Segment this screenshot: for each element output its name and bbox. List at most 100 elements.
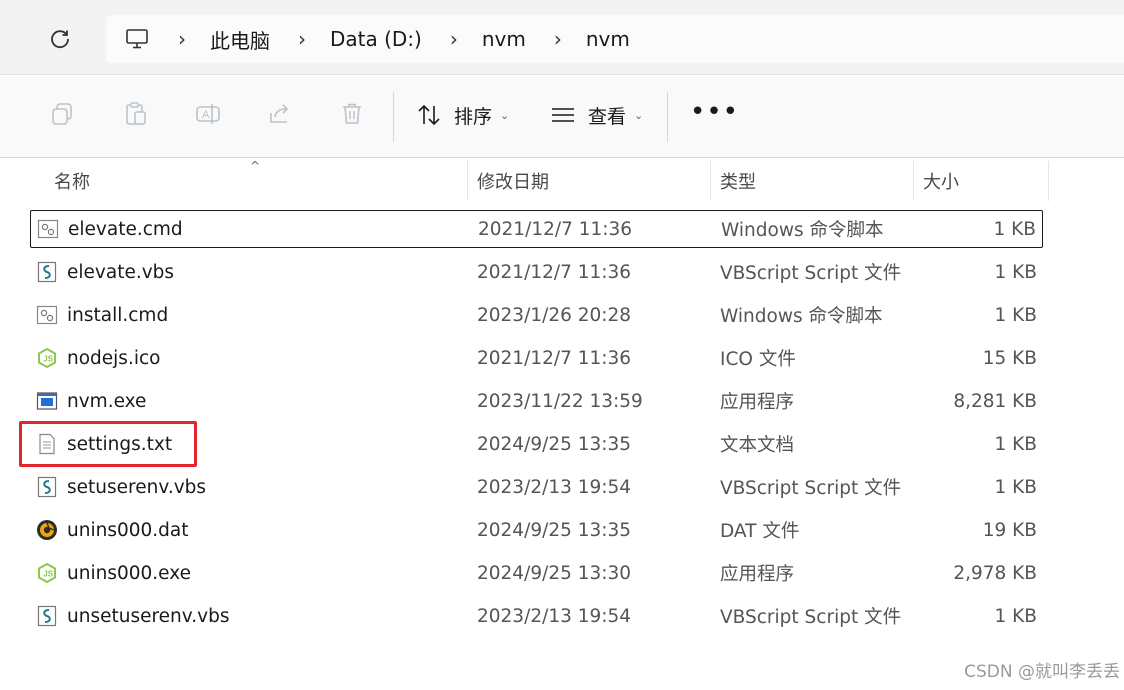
file-row[interactable]: JS unins000.exe 2024/9/25 13:30 应用程序 2,9… xyxy=(30,554,1043,592)
svg-text:A: A xyxy=(202,109,210,121)
cmd-file-icon xyxy=(36,304,58,326)
breadcrumb-folder-nvm-current[interactable]: nvm xyxy=(586,27,630,51)
nodejs-icon: JS xyxy=(36,562,58,584)
column-divider[interactable] xyxy=(1048,161,1049,201)
file-date: 2021/12/7 11:36 xyxy=(477,347,632,369)
file-date: 2024/9/25 13:35 xyxy=(477,433,632,455)
file-row[interactable]: unsetuserenv.vbs 2023/2/13 19:54 VBScrip… xyxy=(30,597,1043,635)
address-breadcrumb[interactable]: › 此电脑 › Data (D:) › nvm › nvm xyxy=(106,15,1124,63)
sort-icon xyxy=(418,104,440,126)
column-name[interactable]: 名称 xyxy=(54,159,90,203)
column-divider[interactable] xyxy=(913,161,914,201)
file-name: elevate.vbs xyxy=(67,261,175,283)
chevron-right-icon[interactable]: › xyxy=(442,27,466,51)
file-date: 2023/11/22 13:59 xyxy=(477,390,643,412)
file-type: 应用程序 xyxy=(720,564,795,585)
file-name-cell: unsetuserenv.vbs xyxy=(36,605,230,627)
chevron-down-icon: ⌄ xyxy=(500,108,510,122)
file-type: VBScript Script 文件 xyxy=(720,607,902,628)
file-size: 1 KB xyxy=(993,218,1036,240)
file-name-cell: JS nodejs.ico xyxy=(36,347,160,369)
file-type: VBScript Script 文件 xyxy=(720,478,902,499)
watermark: CSDN @就叫李丢丢 xyxy=(964,662,1120,682)
file-name: unins000.exe xyxy=(67,562,191,584)
svg-text:JS: JS xyxy=(43,570,53,579)
file-name: unsetuserenv.vbs xyxy=(67,605,230,627)
file-name-cell: nvm.exe xyxy=(36,390,146,412)
sort-button[interactable]: 排序 ⌄ xyxy=(416,98,509,132)
cmd-file-icon xyxy=(37,218,59,240)
file-type: 文本文档 xyxy=(720,435,795,456)
copy-icon xyxy=(52,103,72,125)
file-name: setuserenv.vbs xyxy=(67,476,207,498)
text-file-icon xyxy=(36,433,58,455)
file-row[interactable]: settings.txt 2024/9/25 13:35 文本文档 1 KB xyxy=(30,425,1043,463)
file-size: 1 KB xyxy=(994,261,1037,283)
chevron-right-icon[interactable]: › xyxy=(170,27,194,51)
file-row[interactable]: elevate.cmd 2021/12/7 11:36 Windows 命令脚本… xyxy=(30,210,1043,248)
breadcrumb-folder-nvm[interactable]: nvm xyxy=(482,27,526,51)
file-size: 1 KB xyxy=(994,605,1037,627)
sort-label: 排序 xyxy=(454,105,493,128)
command-bar: A 排序 ⌄ 查看 ⌄ ••• xyxy=(0,76,1124,158)
toolbar-divider xyxy=(667,92,668,142)
column-divider[interactable] xyxy=(467,161,468,201)
delete-button[interactable] xyxy=(338,100,366,128)
file-type: 应用程序 xyxy=(720,392,795,413)
file-row[interactable]: setuserenv.vbs 2023/2/13 19:54 VBScript … xyxy=(30,468,1043,506)
file-size: 19 KB xyxy=(982,519,1037,541)
view-button[interactable]: 查看 ⌄ xyxy=(550,98,643,132)
chevron-down-icon: ⌄ xyxy=(634,108,644,122)
column-date[interactable]: 修改日期 xyxy=(477,159,549,203)
file-date: 2024/9/25 13:30 xyxy=(477,562,632,584)
copy-button[interactable] xyxy=(48,100,76,128)
paste-button[interactable] xyxy=(122,100,150,128)
refresh-button[interactable] xyxy=(46,25,74,53)
view-list-icon xyxy=(552,108,574,122)
column-type[interactable]: 类型 xyxy=(720,159,756,203)
file-size: 1 KB xyxy=(994,304,1037,326)
vbs-file-icon xyxy=(36,605,58,627)
file-date: 2024/9/25 13:35 xyxy=(477,519,632,541)
exe-file-icon xyxy=(36,390,58,412)
breadcrumb-this-pc[interactable]: 此电脑 xyxy=(210,25,270,54)
column-header-row: ^ 名称 修改日期 类型 大小 xyxy=(0,159,1124,203)
file-row[interactable]: install.cmd 2023/1/26 20:28 Windows 命令脚本… xyxy=(30,296,1043,334)
file-row[interactable]: nvm.exe 2023/11/22 13:59 应用程序 8,281 KB xyxy=(30,382,1043,420)
file-row[interactable]: unins000.dat 2024/9/25 13:35 DAT 文件 19 K… xyxy=(30,511,1043,549)
file-date: 2023/1/26 20:28 xyxy=(477,304,632,326)
file-type: Windows 命令脚本 xyxy=(721,220,884,241)
chevron-right-icon[interactable]: › xyxy=(546,27,570,51)
svg-text:JS: JS xyxy=(43,355,53,364)
share-icon xyxy=(270,104,289,123)
view-label: 查看 xyxy=(588,105,627,128)
file-row[interactable]: elevate.vbs 2021/12/7 11:36 VBScript Scr… xyxy=(30,253,1043,291)
file-name-cell: install.cmd xyxy=(36,304,168,326)
trash-icon xyxy=(343,103,361,124)
file-name-cell: elevate.cmd xyxy=(37,218,183,240)
chevron-right-icon[interactable]: › xyxy=(290,27,314,51)
file-name: nodejs.ico xyxy=(67,347,161,369)
vbs-file-icon xyxy=(36,261,58,283)
file-name: elevate.cmd xyxy=(68,218,183,240)
file-size: 2,978 KB xyxy=(953,562,1037,584)
column-size[interactable]: 大小 xyxy=(923,159,959,203)
paste-icon xyxy=(126,102,146,125)
file-size: 1 KB xyxy=(994,476,1037,498)
sort-ascending-icon: ^ xyxy=(250,159,261,173)
vbs-file-icon xyxy=(36,476,58,498)
file-name: settings.txt xyxy=(67,433,173,455)
rename-button[interactable]: A xyxy=(194,100,222,128)
file-name: install.cmd xyxy=(67,304,169,326)
file-name: unins000.dat xyxy=(67,519,189,541)
file-date: 2023/2/13 19:54 xyxy=(477,605,632,627)
refresh-icon xyxy=(51,30,69,49)
breadcrumb-drive[interactable]: Data (D:) xyxy=(330,27,422,51)
column-divider[interactable] xyxy=(710,161,711,201)
file-name-cell: elevate.vbs xyxy=(36,261,174,283)
monitor-icon[interactable] xyxy=(124,26,150,52)
share-button[interactable] xyxy=(266,100,294,128)
more-options-button[interactable]: ••• xyxy=(690,99,739,125)
file-size: 15 KB xyxy=(982,347,1037,369)
file-row[interactable]: JS nodejs.ico 2021/12/7 11:36 ICO 文件 15 … xyxy=(30,339,1043,377)
